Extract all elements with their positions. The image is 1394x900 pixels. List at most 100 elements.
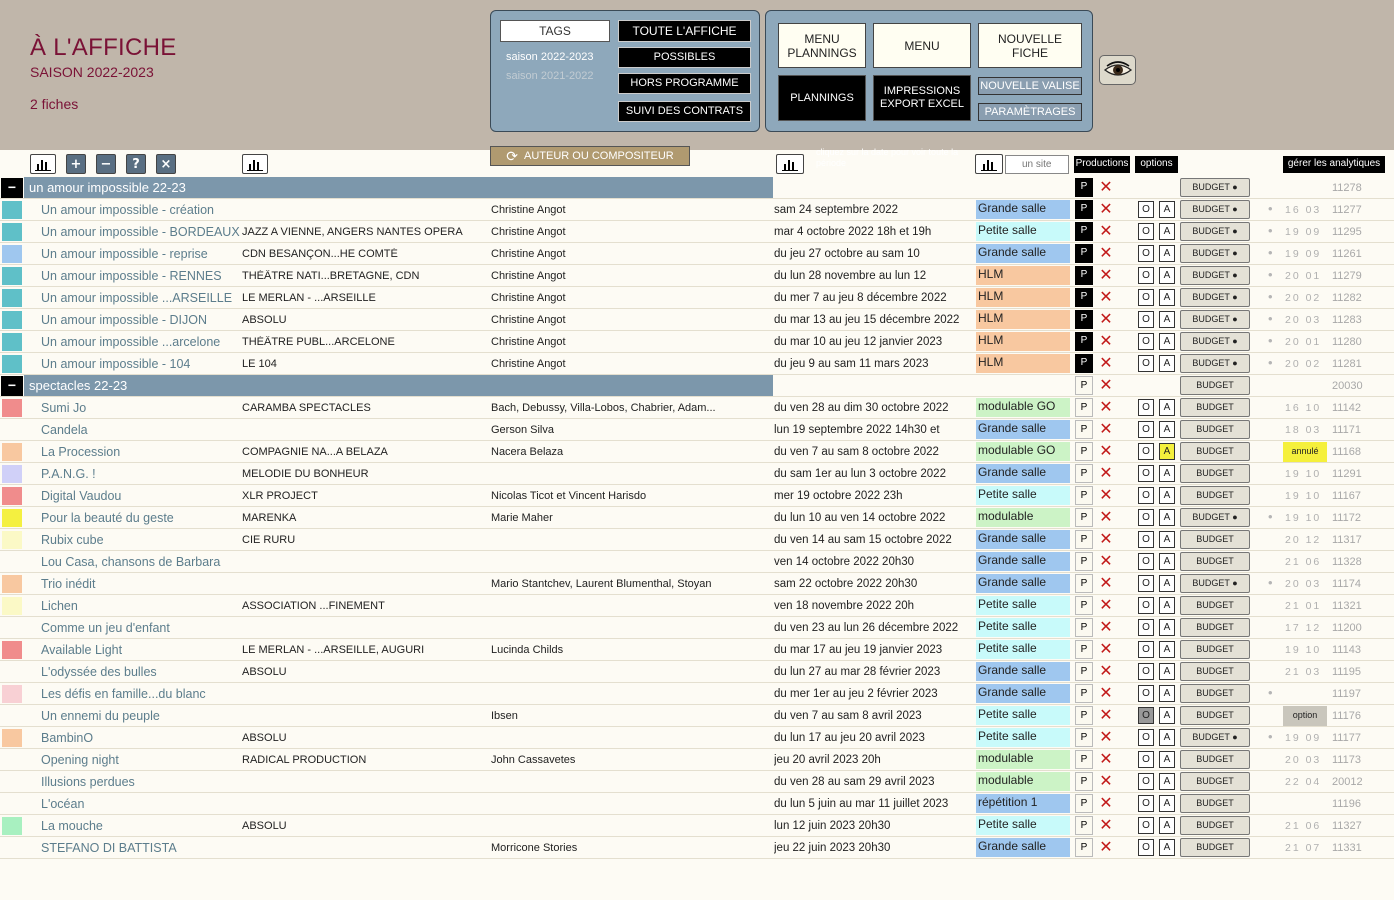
delete-icon[interactable]: ✕ bbox=[1098, 221, 1114, 243]
budget-button[interactable]: BUDGET ● bbox=[1180, 728, 1250, 747]
production-toggle[interactable]: P bbox=[1075, 794, 1093, 813]
production-toggle[interactable]: P bbox=[1075, 530, 1093, 549]
delete-icon[interactable]: ✕ bbox=[1098, 199, 1114, 221]
production-toggle[interactable]: P bbox=[1075, 816, 1093, 835]
delete-icon[interactable]: ✕ bbox=[1098, 749, 1114, 771]
option-o-button[interactable]: O bbox=[1138, 641, 1154, 658]
delete-icon[interactable]: ✕ bbox=[1098, 837, 1114, 859]
delete-icon[interactable]: ✕ bbox=[1098, 793, 1114, 815]
bar-chart-icon[interactable] bbox=[776, 154, 804, 174]
show-name-link[interactable]: Available Light bbox=[41, 643, 241, 657]
option-a-button[interactable]: A bbox=[1159, 597, 1175, 614]
impressions-export-button[interactable]: IMPRESSIONS EXPORT EXCEL bbox=[873, 75, 971, 121]
color-swatch[interactable] bbox=[2, 597, 22, 615]
option-o-button[interactable]: O bbox=[1138, 223, 1154, 240]
delete-icon[interactable]: ✕ bbox=[1098, 485, 1114, 507]
production-toggle[interactable]: P bbox=[1075, 772, 1093, 791]
option-a-button[interactable]: A bbox=[1159, 531, 1175, 548]
option-a-button[interactable]: A bbox=[1159, 685, 1175, 702]
color-swatch[interactable] bbox=[2, 817, 22, 835]
option-a-button[interactable]: A bbox=[1159, 333, 1175, 350]
option-o-button[interactable]: O bbox=[1138, 619, 1154, 636]
option-o-button[interactable]: O bbox=[1138, 575, 1154, 592]
table-row[interactable]: Opening night RADICAL PRODUCTION John Cass… bbox=[0, 749, 1394, 771]
table-row[interactable]: Un amour impossible - BORDEAUX JAZZ A VIE… bbox=[0, 221, 1394, 243]
show-name-link[interactable]: Rubix cube bbox=[41, 533, 241, 547]
budget-button[interactable]: BUDGET bbox=[1180, 750, 1250, 769]
production-toggle[interactable]: P bbox=[1075, 376, 1093, 395]
budget-button[interactable]: BUDGET bbox=[1180, 464, 1250, 483]
color-swatch[interactable] bbox=[2, 487, 22, 505]
site-search-input[interactable] bbox=[1005, 155, 1069, 174]
date-link[interactable]: du jeu 9 au sam 11 mars 2023 bbox=[774, 358, 974, 370]
table-row[interactable]: Sumi Jo CARAMBA SPECTACLES Bach, Debussy, … bbox=[0, 397, 1394, 419]
show-name-link[interactable]: Candela bbox=[41, 423, 241, 437]
budget-button[interactable]: BUDGET bbox=[1180, 816, 1250, 835]
production-toggle[interactable]: P bbox=[1075, 640, 1093, 659]
option-a-button[interactable]: A bbox=[1159, 619, 1175, 636]
date-link[interactable]: du ven 7 au sam 8 octobre 2022 bbox=[774, 446, 974, 458]
production-toggle[interactable]: P bbox=[1075, 684, 1093, 703]
option-a-button[interactable]: A bbox=[1159, 641, 1175, 658]
option-o-button[interactable]: O bbox=[1138, 333, 1154, 350]
table-row[interactable]: L'odyssée des bulles ABSOLU du lun 27 au m… bbox=[0, 661, 1394, 683]
option-o-button[interactable]: O bbox=[1138, 553, 1154, 570]
menu-button[interactable]: MENU bbox=[873, 23, 971, 68]
date-link[interactable]: ven 14 octobre 2022 20h30 bbox=[774, 556, 974, 568]
production-toggle[interactable]: P bbox=[1075, 398, 1093, 417]
delete-icon[interactable]: ✕ bbox=[1098, 419, 1114, 441]
color-swatch[interactable] bbox=[2, 729, 22, 747]
budget-button[interactable]: BUDGET bbox=[1180, 794, 1250, 813]
table-row[interactable]: Digital Vaudou XLR PROJECT Nicolas Ticot e… bbox=[0, 485, 1394, 507]
option-a-button[interactable]: A bbox=[1159, 443, 1175, 460]
possibles-button[interactable]: POSSIBLES bbox=[618, 47, 751, 68]
date-link[interactable]: sam 24 septembre 2022 bbox=[774, 204, 974, 216]
suivi-contrats-button[interactable]: SUIVI DES CONTRATS bbox=[618, 101, 751, 122]
option-o-button[interactable]: O bbox=[1138, 245, 1154, 262]
option-o-button[interactable]: O bbox=[1138, 839, 1154, 856]
bar-chart-icon[interactable] bbox=[242, 154, 268, 174]
budget-button[interactable]: BUDGET ● bbox=[1180, 222, 1250, 241]
date-link[interactable]: du mar 13 au jeu 15 décembre 2022 bbox=[774, 314, 974, 326]
production-toggle[interactable]: P bbox=[1075, 442, 1093, 461]
show-name-link[interactable]: Un amour impossible ...ARSEILLE bbox=[41, 291, 241, 305]
table-row[interactable]: Rubix cube CIE RURU du ven 14 au sam 15 oc… bbox=[0, 529, 1394, 551]
budget-button[interactable]: BUDGET bbox=[1180, 772, 1250, 791]
option-a-button[interactable]: A bbox=[1159, 707, 1175, 724]
option-o-button[interactable]: O bbox=[1138, 509, 1154, 526]
budget-button[interactable]: BUDGET bbox=[1180, 684, 1250, 703]
budget-button[interactable]: BUDGET ● bbox=[1180, 310, 1250, 329]
option-o-button[interactable]: O bbox=[1138, 795, 1154, 812]
show-name-link[interactable]: Un amour impossible - DIJON bbox=[41, 313, 241, 327]
table-row[interactable]: Un amour impossible - DIJON ABSOLU Christi… bbox=[0, 309, 1394, 331]
option-a-button[interactable]: A bbox=[1159, 795, 1175, 812]
table-row[interactable]: STEFANO DI BATTISTA Morricone Stories jeu … bbox=[0, 837, 1394, 859]
auteur-compositeur-button[interactable]: ⟳ AUTEUR OU COMPOSITEUR bbox=[490, 146, 690, 166]
budget-button[interactable]: BUDGET ● bbox=[1180, 178, 1250, 197]
option-a-button[interactable]: A bbox=[1159, 267, 1175, 284]
delete-icon[interactable]: ✕ bbox=[1098, 771, 1114, 793]
color-swatch[interactable] bbox=[2, 289, 22, 307]
color-swatch[interactable] bbox=[2, 575, 22, 593]
delete-icon[interactable]: ✕ bbox=[1098, 375, 1114, 397]
date-link[interactable]: du lun 28 novembre au lun 12 bbox=[774, 270, 974, 282]
delete-icon[interactable]: ✕ bbox=[1098, 353, 1114, 375]
option-o-button[interactable]: O bbox=[1138, 751, 1154, 768]
budget-button[interactable]: BUDGET ● bbox=[1180, 354, 1250, 373]
production-toggle[interactable]: P bbox=[1075, 750, 1093, 769]
delete-icon[interactable]: ✕ bbox=[1098, 463, 1114, 485]
delete-icon[interactable]: ✕ bbox=[1098, 617, 1114, 639]
delete-icon[interactable]: ✕ bbox=[1098, 243, 1114, 265]
table-row[interactable]: Available Light LE MERLAN - ...ARSEILLE, … bbox=[0, 639, 1394, 661]
group-title[interactable]: spectacles 22-23 bbox=[24, 375, 773, 396]
production-toggle[interactable]: P bbox=[1075, 596, 1093, 615]
table-row[interactable]: P.A.N.G. ! MELODIE DU BONHEUR du sam 1er a… bbox=[0, 463, 1394, 485]
plus-icon[interactable]: + bbox=[66, 154, 86, 174]
color-swatch[interactable] bbox=[2, 399, 22, 417]
budget-button[interactable]: BUDGET bbox=[1180, 706, 1250, 725]
table-row[interactable]: Un ennemi du peuple Ibsen du ven 7 au sam … bbox=[0, 705, 1394, 727]
close-icon[interactable]: × bbox=[156, 154, 176, 174]
table-row[interactable]: Un amour impossible - création Christine … bbox=[0, 199, 1394, 221]
show-name-link[interactable]: Un amour impossible - création bbox=[41, 203, 241, 217]
table-row[interactable]: Pour la beauté du geste MARENKA Marie Mahe… bbox=[0, 507, 1394, 529]
